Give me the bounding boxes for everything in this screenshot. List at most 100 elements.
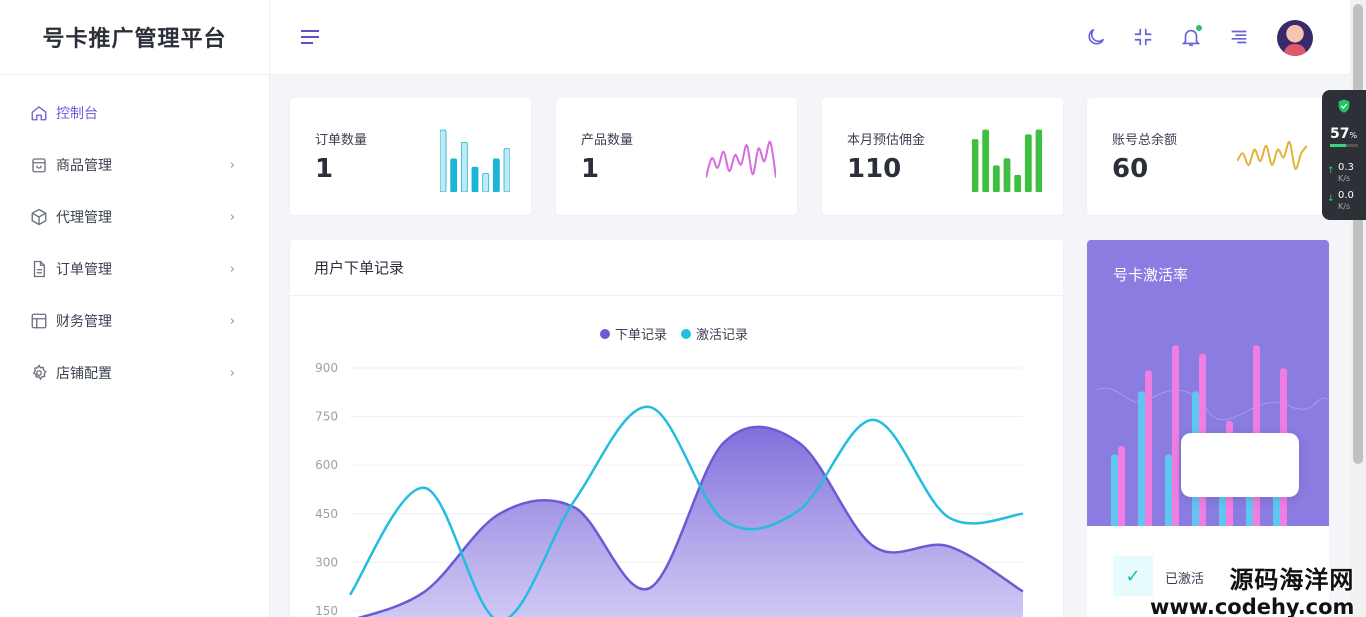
sidebar-item-label: 代理管理	[56, 210, 112, 226]
sparkline-orders	[440, 129, 510, 192]
sparkline-commission	[972, 129, 1042, 192]
spark-bar	[992, 165, 1000, 192]
spark-bar	[460, 142, 468, 192]
spark-bar	[503, 148, 510, 192]
spark-bar	[492, 158, 500, 192]
spark-bar	[982, 129, 990, 192]
y-tick-label: 900	[315, 361, 338, 375]
activation-bar-blue	[1138, 391, 1145, 530]
sidebar-item-label: 商品管理	[56, 158, 112, 174]
y-tick-label: 600	[315, 458, 338, 472]
sparkline-balance	[1237, 140, 1307, 170]
document-icon	[30, 260, 48, 278]
stat-label: 订单数量	[315, 133, 368, 148]
sidebar: 号卡推广管理平台 控制台 商品管理 › 代理管理 › 订单管理 › 财务管理 ›…	[0, 0, 270, 617]
stat-label: 本月预估佣金	[847, 133, 926, 148]
upload-arrow-icon: ↑	[1327, 166, 1335, 176]
activation-bar-pink	[1172, 345, 1179, 530]
compress-icon[interactable]	[1132, 26, 1154, 48]
y-tick-label: 450	[315, 507, 338, 521]
memory-percent: 57%	[1330, 126, 1358, 142]
spark-bar	[440, 129, 447, 192]
stat-value: 60	[1112, 154, 1149, 184]
stat-label: 产品数量	[581, 133, 634, 148]
sidebar-item-label: 财务管理	[56, 314, 112, 330]
spark-bar	[471, 166, 479, 192]
shopping-bag-icon	[30, 156, 48, 174]
chevron-right-icon: ›	[229, 365, 235, 381]
stat-value: 110	[847, 154, 902, 184]
watermark: 源码海洋网 www.codehy.com	[1150, 560, 1354, 617]
chevron-right-icon: ›	[229, 209, 235, 225]
spark-bar	[1003, 158, 1011, 192]
spark-bar	[1024, 134, 1032, 192]
spark-line	[706, 140, 776, 178]
brand-title: 号卡推广管理平台	[0, 0, 269, 75]
watermark-cn: 源码海洋网	[1229, 566, 1355, 594]
chart-tooltip	[1181, 433, 1299, 497]
background-wave	[1096, 387, 1328, 421]
legend-item-activations[interactable]: 激活记录	[681, 324, 748, 343]
sidebar-item-orders[interactable]: 订单管理 ›	[0, 243, 269, 295]
chevron-right-icon: ›	[229, 261, 235, 277]
stat-label: 账号总余额	[1112, 133, 1178, 148]
legend-item-orders[interactable]: 下单记录	[600, 324, 667, 343]
check-icon: ✓	[1113, 556, 1153, 596]
sidebar-item-label: 订单管理	[56, 262, 112, 278]
stat-value: 1	[581, 154, 600, 184]
activation-bar-blue	[1111, 454, 1118, 530]
activation-bar-blue	[1165, 454, 1172, 530]
stat-value: 1	[315, 154, 334, 184]
sidebar-item-label: 店铺配置	[56, 366, 112, 382]
stat-card-commission: 本月预估佣金 110	[822, 98, 1063, 215]
align-right-icon[interactable]	[1228, 26, 1250, 48]
home-icon	[30, 104, 48, 122]
chevron-right-icon: ›	[229, 313, 235, 329]
moon-icon[interactable]	[1085, 26, 1107, 48]
stat-card-balance: 账号总余额 60	[1087, 98, 1323, 215]
activation-bar-pink	[1145, 370, 1152, 530]
legend-dot	[681, 328, 692, 339]
sparkline-products	[706, 140, 776, 178]
stat-card-products: 产品数量 1	[556, 98, 797, 215]
line-chart: 900 750 600 450 300 150	[315, 361, 1024, 617]
spark-bar	[1035, 129, 1042, 192]
sidebar-item-products[interactable]: 商品管理 ›	[0, 139, 269, 191]
y-tick-label: 750	[315, 410, 338, 424]
sidebar-item-label: 控制台	[56, 106, 98, 122]
activation-title: 号卡激活率	[1113, 266, 1189, 284]
legend-label: 下单记录	[615, 328, 668, 343]
activation-bar-chart	[1096, 345, 1328, 530]
chart-legend: 下单记录 激活记录	[600, 324, 748, 343]
spark-bar	[482, 173, 490, 192]
sidebar-item-store-settings[interactable]: 店铺配置 ›	[0, 347, 269, 399]
notification-dot	[1195, 24, 1203, 32]
legend-label: 激活记录	[696, 328, 749, 343]
gear-icon	[30, 364, 48, 382]
stat-card-orders: 订单数量 1	[290, 98, 531, 215]
legend-dot	[600, 328, 610, 339]
network-speed-widget[interactable]: 57% ↑ 0.3 K/s ↓ 0.0 K/s	[1322, 90, 1366, 220]
scrollbar-thumb[interactable]	[1353, 4, 1363, 464]
upload-speed: 0.3 K/s	[1338, 162, 1354, 183]
sidebar-item-agents[interactable]: 代理管理 ›	[0, 191, 269, 243]
spark-line	[1237, 140, 1307, 170]
download-speed: 0.0 K/s	[1338, 190, 1354, 211]
y-tick-label: 150	[315, 604, 338, 617]
chart-title: 用户下单记录	[290, 240, 1063, 296]
top-header	[270, 0, 1350, 75]
activation-bar-pink	[1118, 446, 1125, 530]
cube-icon	[30, 208, 48, 226]
sidebar-nav: 控制台 商品管理 › 代理管理 › 订单管理 › 财务管理 › 店铺配置 ›	[0, 75, 269, 399]
spark-bar	[450, 158, 458, 192]
y-tick-label: 300	[315, 555, 338, 569]
spark-bar	[1014, 174, 1022, 192]
layout-icon	[30, 312, 48, 330]
bell-icon[interactable]	[1180, 24, 1203, 48]
spark-bar	[972, 139, 979, 192]
menu-icon[interactable]	[300, 28, 320, 46]
avatar[interactable]	[1277, 20, 1313, 56]
sidebar-item-console[interactable]: 控制台	[0, 87, 269, 139]
sidebar-item-finance[interactable]: 财务管理 ›	[0, 295, 269, 347]
chevron-right-icon: ›	[229, 157, 235, 173]
